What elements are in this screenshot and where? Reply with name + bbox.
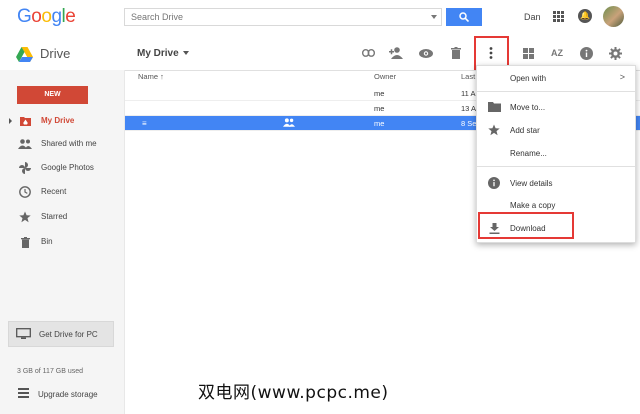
sidebar: NEW My Drive Shared with me Google Photo… bbox=[0, 70, 125, 414]
menu-divider bbox=[477, 166, 635, 167]
drive-logo-icon bbox=[16, 47, 33, 62]
caret-down-icon bbox=[182, 51, 189, 56]
photos-icon bbox=[18, 161, 32, 175]
search-icon bbox=[459, 12, 469, 22]
sort-az-icon[interactable]: AZ bbox=[549, 45, 565, 61]
logo-letter: o bbox=[41, 6, 52, 27]
star-icon bbox=[487, 123, 501, 137]
upgrade-label: Upgrade storage bbox=[38, 390, 98, 399]
menu-item-add-star[interactable]: Add star bbox=[477, 120, 635, 140]
sidebar-item-shared[interactable]: Shared with me bbox=[0, 135, 124, 153]
column-header-last-modified[interactable]: Last bbox=[461, 72, 475, 81]
sidebar-item-label: Shared with me bbox=[41, 139, 97, 148]
menu-item-label: Rename... bbox=[510, 149, 547, 158]
logo-letter: g bbox=[51, 6, 62, 27]
menu-item-view-details[interactable]: View details bbox=[477, 173, 635, 193]
row-owner: me bbox=[374, 104, 385, 113]
row-last-modified: 11 A bbox=[461, 89, 476, 98]
sidebar-item-label: Starred bbox=[41, 212, 68, 221]
add-people-icon[interactable] bbox=[388, 45, 404, 61]
storage-usage: 3 GB of 117 GB used bbox=[17, 368, 84, 375]
sidebar-item-label: Bin bbox=[41, 237, 53, 246]
row-owner: me bbox=[374, 89, 385, 98]
info-icon[interactable] bbox=[578, 45, 594, 61]
sidebar-item-my-drive[interactable]: My Drive bbox=[0, 112, 124, 130]
google-logo[interactable]: Google bbox=[17, 6, 76, 28]
menu-item-label: Make a copy bbox=[510, 201, 556, 210]
submenu-arrow-icon: > bbox=[619, 72, 625, 82]
new-button[interactable]: NEW bbox=[17, 86, 88, 104]
sidebar-item-label: Recent bbox=[41, 187, 67, 196]
link-icon[interactable] bbox=[360, 45, 376, 61]
location-label: My Drive bbox=[137, 48, 179, 59]
menu-item-label: Open with bbox=[510, 74, 547, 83]
upgrade-storage-link[interactable]: Upgrade storage bbox=[0, 386, 124, 402]
sidebar-item-starred[interactable]: Starred bbox=[0, 208, 124, 226]
row-owner: me bbox=[374, 119, 385, 128]
monitor-icon bbox=[16, 328, 31, 339]
notifications-icon[interactable]: 🔔 bbox=[578, 9, 592, 23]
shared-icon bbox=[18, 137, 32, 151]
location-dropdown[interactable]: My Drive bbox=[137, 48, 189, 59]
expand-arrow-icon[interactable] bbox=[9, 118, 12, 124]
document-icon: ≡ bbox=[142, 119, 147, 128]
apps-grid-icon[interactable] bbox=[553, 11, 564, 24]
app-title[interactable]: Drive bbox=[40, 46, 70, 61]
user-name[interactable]: Dan bbox=[524, 12, 541, 22]
folder-icon bbox=[487, 100, 501, 114]
menu-item-label: View details bbox=[510, 179, 553, 188]
column-header-owner[interactable]: Owner bbox=[374, 72, 396, 81]
menu-item-rename[interactable]: Rename... bbox=[477, 143, 635, 163]
sidebar-item-bin[interactable]: Bin bbox=[0, 233, 124, 251]
get-drive-label: Get Drive for PC bbox=[39, 330, 98, 339]
sidebar-item-label: My Drive bbox=[41, 116, 75, 125]
info-icon bbox=[487, 176, 501, 190]
row-last-modified: 13 A bbox=[461, 104, 477, 113]
settings-gear-icon[interactable] bbox=[607, 45, 623, 61]
shared-icon bbox=[283, 118, 295, 127]
menu-item-move-to[interactable]: Move to... bbox=[477, 97, 635, 117]
sidebar-item-label: Google Photos bbox=[41, 163, 94, 172]
sidebar-item-recent[interactable]: Recent bbox=[0, 183, 124, 201]
storage-icon bbox=[18, 388, 29, 398]
search-button[interactable] bbox=[446, 8, 482, 26]
trash-icon[interactable] bbox=[448, 45, 464, 61]
top-bar: Google Dan 🔔 bbox=[0, 0, 640, 37]
my-drive-icon bbox=[18, 114, 32, 128]
search-box bbox=[124, 8, 442, 26]
logo-letter: o bbox=[31, 6, 42, 27]
menu-divider bbox=[477, 91, 635, 92]
watermark: 双电网(www.pcpc.me) bbox=[198, 383, 389, 403]
preview-eye-icon[interactable] bbox=[418, 45, 434, 61]
trash-icon bbox=[18, 235, 32, 249]
menu-item-label: Add star bbox=[510, 126, 540, 135]
menu-item-label: Move to... bbox=[510, 103, 546, 112]
column-header-name[interactable]: Name ↑ bbox=[138, 72, 164, 81]
get-drive-button[interactable]: Get Drive for PC bbox=[8, 321, 114, 347]
logo-letter: G bbox=[17, 6, 32, 27]
avatar[interactable] bbox=[603, 6, 624, 27]
logo-letter: e bbox=[65, 6, 76, 27]
star-icon bbox=[18, 210, 32, 224]
grid-view-icon[interactable] bbox=[520, 45, 536, 61]
search-input[interactable] bbox=[125, 9, 427, 25]
menu-item-open-with[interactable]: Open with > bbox=[477, 68, 635, 88]
highlight-download bbox=[478, 212, 574, 239]
search-options-icon[interactable] bbox=[431, 15, 437, 19]
row-last-modified: 8 Se bbox=[461, 119, 477, 128]
sidebar-item-photos[interactable]: Google Photos bbox=[0, 159, 124, 177]
clock-icon bbox=[18, 185, 32, 199]
